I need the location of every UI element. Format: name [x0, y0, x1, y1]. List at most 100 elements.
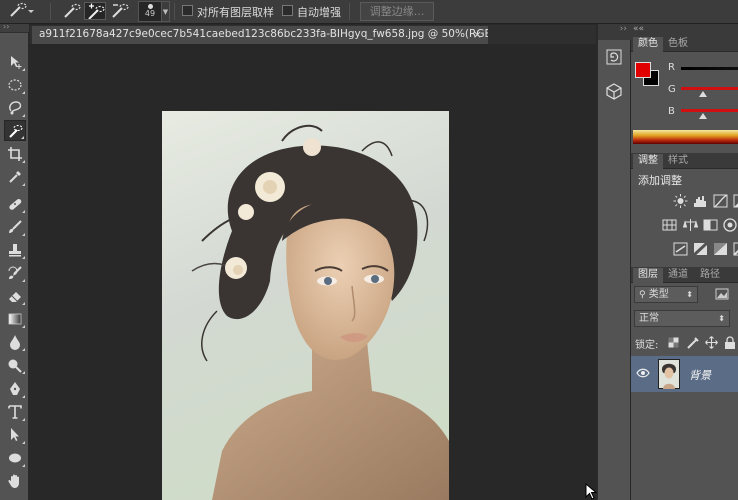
- elliptical-marquee-icon: [8, 78, 22, 91]
- dropdown-arrow-icon: ⬍: [686, 290, 693, 299]
- adjustments-panel-tabs: 调整 样式: [631, 153, 738, 169]
- new-selection-icon[interactable]: [62, 2, 82, 20]
- document-title: a911f21678a427c9e0cec7b541caebed123c86bc…: [39, 28, 488, 40]
- close-document-icon[interactable]: ×: [473, 26, 482, 43]
- color-balance-icon[interactable]: [683, 218, 698, 232]
- exposure-icon[interactable]: [733, 194, 738, 208]
- collapse-panels-icon[interactable]: ««: [633, 24, 644, 34]
- gradient-map-icon[interactable]: [733, 242, 738, 256]
- options-separator: [50, 3, 51, 20]
- quick-selection-tool-preset-icon[interactable]: [8, 2, 36, 20]
- eyedropper-tool[interactable]: [4, 166, 26, 187]
- channel-b-slider[interactable]: [681, 109, 738, 112]
- refine-edge-button[interactable]: 调整边缘...: [360, 2, 434, 21]
- threshold-icon[interactable]: [713, 242, 728, 256]
- tab-color[interactable]: 颜色: [633, 37, 663, 52]
- search-icon: ⚲: [639, 290, 646, 300]
- hand-tool[interactable]: [4, 470, 26, 491]
- shape-tool[interactable]: [4, 447, 26, 468]
- tab-layers[interactable]: 图层: [633, 268, 663, 283]
- crop-tool[interactable]: [4, 143, 26, 164]
- tab-swatches[interactable]: 色板: [663, 37, 693, 52]
- brush-size-picker[interactable]: 49: [138, 1, 162, 22]
- history-brush-tool[interactable]: [4, 262, 26, 283]
- expand-panels-icon[interactable]: ››: [620, 24, 627, 34]
- history-panel-icon[interactable]: [604, 48, 624, 66]
- visibility-eye-icon[interactable]: [636, 368, 650, 378]
- black-white-icon[interactable]: [703, 218, 718, 232]
- pen-tool[interactable]: [4, 378, 26, 399]
- panels-header[interactable]: ««: [631, 24, 738, 36]
- layer-row-background[interactable]: 背景: [631, 356, 738, 392]
- blend-mode-value: 正常: [639, 313, 659, 324]
- portrait-photo: [162, 111, 449, 500]
- invert-icon[interactable]: [673, 242, 688, 256]
- channel-b-label: B: [668, 106, 675, 117]
- ellipse-shape-icon: [9, 453, 21, 462]
- tools-panel: ››: [0, 22, 29, 500]
- bandage-icon: [9, 198, 22, 210]
- layer-filter-select[interactable]: ⚲ 类型 ⬍: [634, 286, 698, 303]
- clone-stamp-tool[interactable]: [4, 239, 26, 260]
- brush-picker-dropdown[interactable]: ▼: [162, 1, 170, 22]
- right-panels: «« 颜色 色板 R G B 调整 样式 添加调整 图层 通道 路径 ⚲ 类型 …: [631, 24, 738, 500]
- tools-panel-grip[interactable]: ››: [0, 22, 29, 33]
- tools-collapse-icon[interactable]: ››: [3, 22, 9, 31]
- photo-filter-icon[interactable]: [723, 218, 738, 232]
- foreground-color-swatch[interactable]: [635, 62, 651, 78]
- eraser-tool[interactable]: [4, 285, 26, 306]
- add-adjustment-label: 添加调整: [638, 174, 682, 187]
- 3d-panel-icon[interactable]: [604, 82, 624, 100]
- lasso-icon: [9, 100, 22, 114]
- levels-icon[interactable]: [693, 194, 708, 208]
- tab-adjustments[interactable]: 调整: [633, 154, 663, 169]
- document-image[interactable]: [162, 111, 449, 500]
- vibrance-icon[interactable]: [662, 218, 677, 232]
- color-spectrum-bar[interactable]: [633, 130, 738, 144]
- dodge-icon: [8, 359, 22, 373]
- auto-enhance-label: 自动增强: [297, 6, 341, 19]
- tab-paths[interactable]: 路径: [695, 268, 725, 283]
- blur-tool[interactable]: [4, 331, 26, 352]
- sample-all-layers-checkbox[interactable]: [182, 5, 193, 16]
- path-selection-tool[interactable]: [4, 424, 26, 445]
- tab-styles[interactable]: 样式: [663, 154, 693, 169]
- channel-r-slider[interactable]: [681, 67, 738, 70]
- gradient-icon: [8, 313, 22, 324]
- lock-position-icon[interactable]: [705, 336, 718, 349]
- quick-selection-tool[interactable]: [4, 120, 26, 141]
- marquee-tool[interactable]: [4, 74, 26, 95]
- brush-tool[interactable]: [4, 216, 26, 237]
- hand-icon: [8, 474, 19, 488]
- tab-channels[interactable]: 通道: [663, 268, 693, 283]
- blend-mode-select[interactable]: 正常 ⬍: [634, 310, 730, 327]
- add-to-selection-icon[interactable]: [84, 2, 106, 20]
- options-separator: [349, 3, 350, 20]
- mouse-cursor-icon: [585, 483, 597, 500]
- move-tool[interactable]: [4, 51, 26, 72]
- healing-brush-tool[interactable]: [4, 193, 26, 214]
- brightness-contrast-icon[interactable]: [673, 194, 688, 208]
- gradient-tool[interactable]: [4, 308, 26, 329]
- type-icon: [8, 404, 22, 419]
- lock-all-icon[interactable]: [724, 336, 736, 349]
- dropdown-arrow-icon: ⬍: [718, 314, 725, 323]
- channel-g-slider[interactable]: [681, 87, 738, 90]
- pen-icon: [10, 381, 20, 395]
- channel-b-thumb[interactable]: [699, 113, 707, 119]
- type-tool[interactable]: [4, 401, 26, 422]
- curves-icon[interactable]: [713, 194, 728, 208]
- channel-g-label: G: [668, 84, 676, 95]
- lasso-tool[interactable]: [4, 97, 26, 118]
- lock-label: 锁定:: [635, 340, 659, 351]
- dodge-tool[interactable]: [4, 354, 26, 375]
- channel-g-thumb[interactable]: [699, 91, 707, 97]
- lock-image-pixels-icon[interactable]: [686, 336, 699, 349]
- lock-transparent-pixels-icon[interactable]: [668, 337, 679, 348]
- document-tab[interactable]: a911f21678a427c9e0cec7b541caebed123c86bc…: [32, 26, 488, 44]
- subtract-from-selection-icon[interactable]: [110, 2, 130, 20]
- filter-pixel-layers-icon[interactable]: [715, 288, 729, 300]
- posterize-icon[interactable]: [693, 242, 708, 256]
- auto-enhance-checkbox[interactable]: [282, 5, 293, 16]
- collapsed-strip-header[interactable]: ››: [598, 24, 631, 40]
